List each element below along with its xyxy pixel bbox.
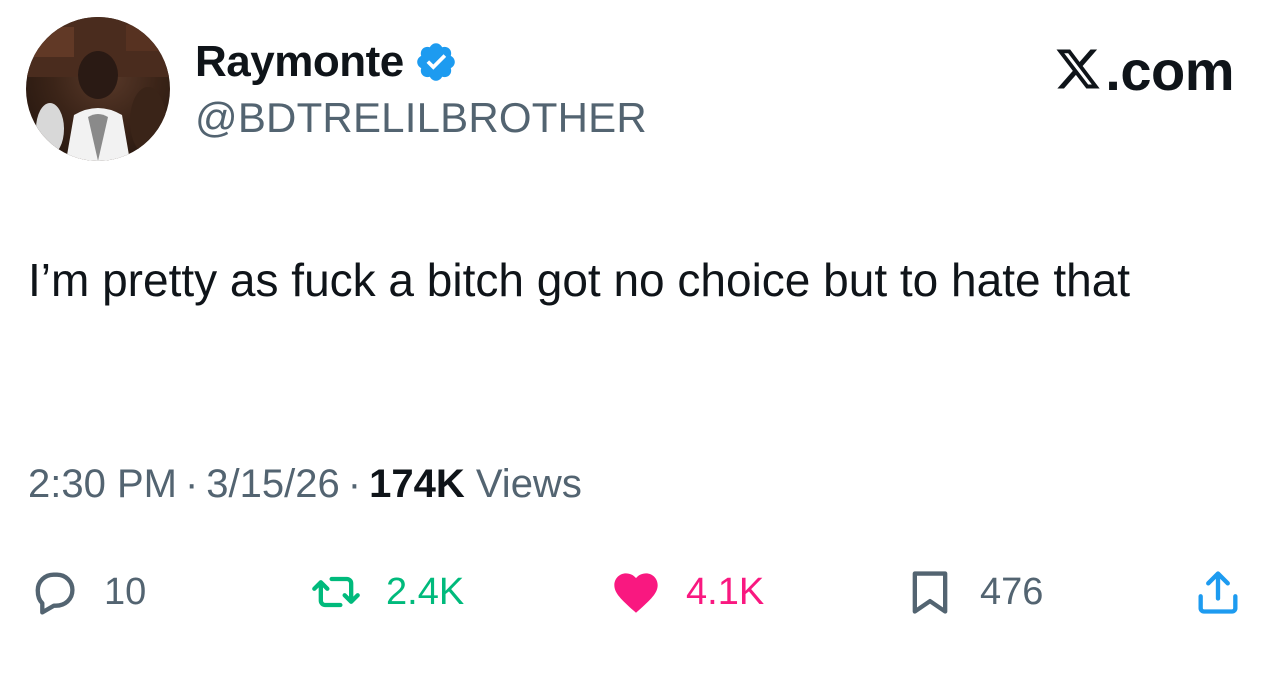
- meta-separator: ·: [347, 462, 362, 506]
- avatar[interactable]: [26, 17, 170, 161]
- author-handle[interactable]: @BDTRELILBROTHER: [195, 94, 647, 142]
- heart-icon: [614, 573, 658, 613]
- brand-watermark: .com: [1053, 38, 1234, 103]
- reply-icon: [35, 572, 75, 615]
- retweet-icon: [312, 576, 360, 608]
- bookmark-button[interactable]: 476: [904, 560, 1043, 624]
- tweet-text: I’m pretty as fuck a bitch got no choice…: [28, 254, 1131, 306]
- bookmark-count: 476: [980, 570, 1044, 613]
- tweet-time[interactable]: 2:30 PM: [28, 462, 177, 506]
- meta-separator: ·: [184, 462, 199, 506]
- retweet-count: 2.4K: [386, 570, 465, 613]
- tweet-card: Raymonte @BDTRELILBROTHER .com I’m prett…: [0, 0, 1280, 684]
- share-icon: [1198, 571, 1238, 614]
- reply-button[interactable]: 10: [28, 560, 146, 624]
- views-label: Views: [475, 462, 582, 506]
- verified-badge-icon[interactable]: [414, 40, 458, 84]
- author-name-row: Raymonte: [195, 36, 647, 88]
- author-block: Raymonte @BDTRELILBROTHER: [195, 36, 647, 142]
- retweet-button[interactable]: 2.4K: [310, 560, 464, 624]
- tweet-date[interactable]: 3/15/26: [206, 462, 339, 506]
- display-name[interactable]: Raymonte: [195, 37, 404, 87]
- views-count: 174K: [369, 462, 465, 506]
- reply-count: 10: [104, 570, 147, 613]
- bookmark-icon: [912, 571, 948, 614]
- avatar-photo: [26, 17, 170, 161]
- tweet-meta: 2:30 PM · 3/15/26 · 174K Views: [28, 462, 582, 507]
- like-button[interactable]: 4.1K: [610, 560, 764, 624]
- action-bar: 10 2.4K 4.1K 476: [0, 560, 1280, 624]
- brand-label: .com: [1105, 39, 1234, 102]
- x-logo-icon: [1056, 49, 1100, 89]
- share-button[interactable]: [1192, 560, 1244, 624]
- like-count: 4.1K: [686, 570, 765, 613]
